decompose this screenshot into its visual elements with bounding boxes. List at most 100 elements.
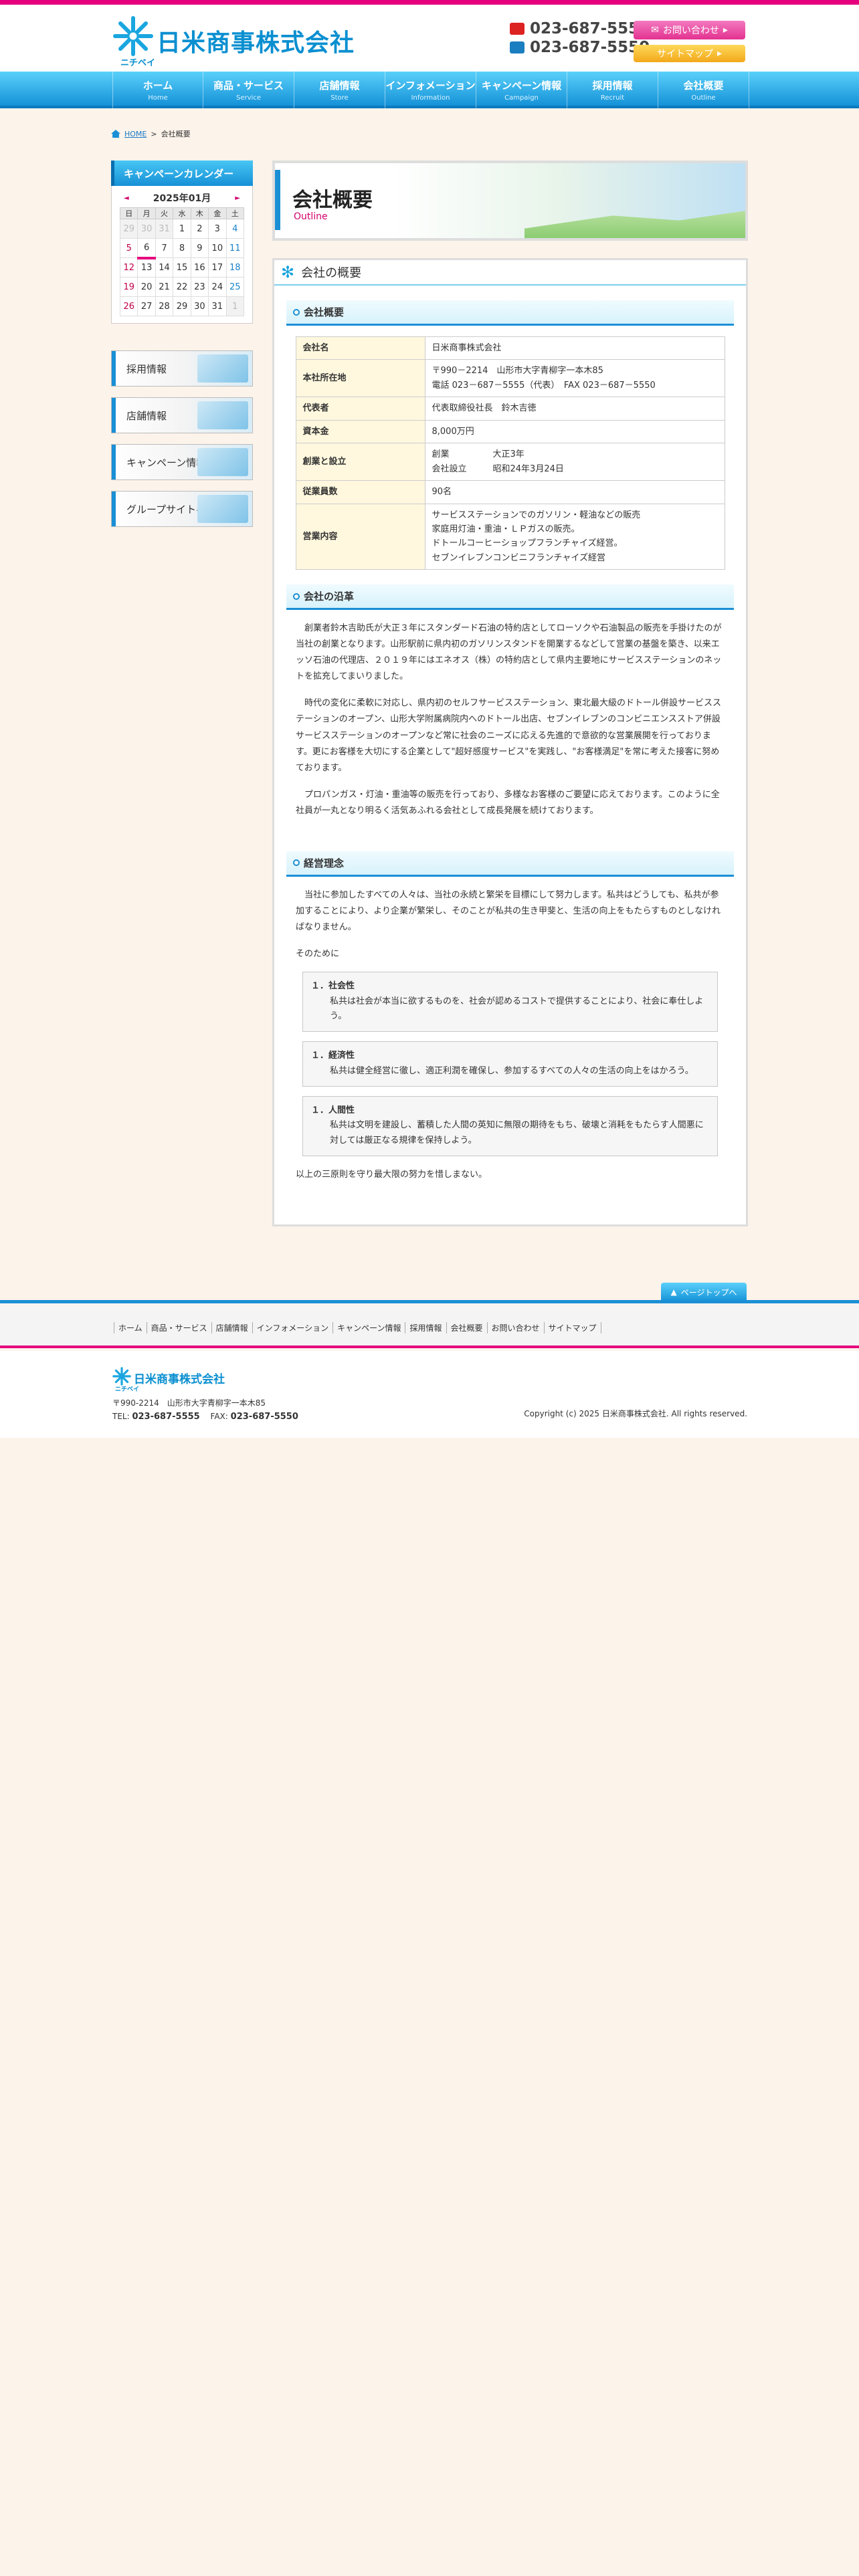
calendar-day[interactable]: 2 [190, 219, 209, 239]
snowflake-logo-icon [113, 16, 153, 56]
footer-link[interactable]: 商品・サービス [146, 1322, 211, 1333]
calendar-day[interactable]: 11 [225, 238, 245, 258]
calendar-day[interactable]: 30 [137, 219, 156, 239]
footer-link[interactable]: 店舗情報 [211, 1322, 252, 1333]
footer-link[interactable]: 採用情報 [405, 1322, 446, 1333]
group-photo [197, 495, 248, 523]
page-subtitle: Outline [294, 211, 328, 222]
sitemap-button[interactable]: サイトマップ ▸ [634, 45, 745, 62]
overview-table: 会社名 日米商事株式会社 本社所在地 〒990－2214 山形市大字青柳字一本木85 電… [295, 336, 725, 570]
table-value-line: セブンイレブンコンビニフランチャイズ経営 [432, 552, 605, 563]
store-photo [197, 401, 248, 429]
content-box-title: 会社の概要 [301, 266, 362, 280]
site-logo[interactable]: 日米商事株式会社 ニチベイ [112, 15, 354, 69]
table-value: 〒990－2214 山形市大字青柳字一本木85 電話 023－687－5555（代… [424, 359, 725, 398]
footer-link[interactable]: ホーム [114, 1322, 147, 1333]
calendar-prev-icon[interactable]: ◄ [120, 195, 133, 202]
table-value-line: 代表取締役社長 鈴木吉徳 [432, 403, 537, 414]
table-key: 創業と設立 [295, 443, 425, 481]
calendar-day[interactable]: 29 [119, 219, 138, 239]
nav-label: 採用情報 [592, 80, 633, 92]
calendar-day[interactable]: 5 [119, 238, 138, 258]
footer-link[interactable]: インフォメーション [252, 1322, 332, 1333]
content-box-heading: ✻ 会社の概要 [274, 260, 746, 286]
calendar-day[interactable]: 20 [137, 277, 156, 297]
calendar-day[interactable]: 16 [190, 257, 209, 278]
calendar-day[interactable]: 4 [225, 219, 245, 239]
footer-link[interactable]: キャンペーン情報 [332, 1322, 405, 1333]
calendar-day[interactable]: 29 [173, 296, 191, 316]
calendar-day[interactable]: 31 [208, 296, 227, 316]
nav-item-campaign[interactable]: キャンペーン情報 Campaign [476, 72, 567, 108]
nav-sublabel: Home [148, 94, 168, 102]
banner-label: キャンペーン情報 [126, 457, 207, 469]
banner-store[interactable]: 店舗情報 [111, 397, 253, 433]
calendar-day[interactable]: 24 [208, 277, 227, 297]
calendar-day[interactable]: 22 [173, 277, 191, 297]
banner-group-site[interactable]: グループサイトへ [111, 491, 253, 527]
calendar-week: 12 13 14 15 16 17 18 [119, 257, 245, 278]
calendar-day[interactable]: 9 [190, 238, 209, 258]
table-value: 日米商事株式会社 [424, 336, 725, 360]
calendar-day[interactable]: 19 [119, 277, 138, 297]
sitemap-label: サイトマップ [656, 49, 713, 60]
calendar-day[interactable]: 18 [225, 257, 245, 278]
calendar-weekday: 水 [173, 207, 191, 219]
calendar-heading: キャンペーンカレンダー [111, 160, 253, 186]
section-title: 会社概要 [304, 306, 345, 318]
staff-photo [197, 354, 248, 383]
nav-label: 商品・サービス [213, 80, 284, 92]
calendar-day[interactable]: 17 [208, 257, 227, 278]
footer-link[interactable]: 会社概要 [446, 1322, 487, 1333]
banner-campaign[interactable]: キャンペーン情報 [111, 444, 253, 480]
calendar-day[interactable]: 23 [190, 277, 209, 297]
calendar-week: 5 6 7 8 9 10 11 [119, 238, 245, 259]
table-value: 創業 大正3年 会社設立 昭和24年3月24日 [424, 443, 725, 481]
calendar-day[interactable]: 14 [155, 257, 174, 278]
tel-number: 023-687-5555 [510, 19, 650, 38]
calendar-day[interactable]: 25 [225, 277, 245, 297]
nav-sublabel: Information [411, 94, 450, 102]
fax-label: FAX: [210, 1412, 228, 1422]
footer-link[interactable]: お問い合わせ [486, 1322, 544, 1333]
footer-link[interactable]: サイトマップ [543, 1322, 601, 1333]
calendar-day[interactable]: 12 [119, 257, 138, 278]
bullet-circle-icon [293, 859, 300, 867]
calendar-day[interactable]: 26 [119, 296, 138, 316]
calendar-next-icon[interactable]: ► [231, 195, 244, 202]
nav-item-home[interactable]: ホーム Home [112, 72, 203, 108]
calendar-day[interactable]: 7 [155, 238, 174, 258]
table-key: 代表者 [295, 397, 425, 421]
calendar-day[interactable]: 28 [155, 296, 174, 316]
calendar-day[interactable]: 1 [225, 296, 245, 316]
nav-item-information[interactable]: インフォメーション Information [385, 72, 476, 108]
banner-recruit[interactable]: 採用情報 [111, 350, 253, 387]
calendar-day[interactable]: 21 [155, 277, 174, 297]
calendar-day[interactable]: 8 [173, 238, 191, 258]
calendar-day[interactable]: 1 [173, 219, 191, 239]
page: 日米商事株式会社 ニチベイ 023-687-5555 023-687-5550 … [0, 0, 859, 2576]
calendar-day[interactable]: 31 [155, 219, 174, 239]
table-value-line: 家庭用灯油・重油・ＬＰガスの販売。 [432, 524, 580, 534]
nav-item-store[interactable]: 店舗情報 Store [294, 72, 385, 108]
nav-item-service[interactable]: 商品・サービス Service [203, 72, 294, 108]
banner-accent [112, 445, 116, 479]
table-key: 従業員数 [295, 480, 425, 504]
breadcrumb-home-link[interactable]: HOME [124, 130, 147, 138]
calendar-day[interactable]: 3 [208, 219, 227, 239]
calendar-day[interactable]: 13 [137, 257, 156, 278]
calendar-weekday: 火 [155, 207, 174, 219]
footer-logo[interactable]: 日米商事株式会社 ニチベイ [112, 1367, 266, 1394]
principle-title: １．経済性 [311, 1051, 355, 1061]
page-top-button[interactable]: ▲ ページトップへ [661, 1283, 747, 1301]
nav-item-outline[interactable]: 会社概要 Outline [658, 72, 749, 108]
calendar-day[interactable]: 15 [173, 257, 191, 278]
calendar-day[interactable]: 30 [190, 296, 209, 316]
calendar-day[interactable]: 27 [137, 296, 156, 316]
nav-sublabel: Campaign [504, 94, 539, 102]
contact-button[interactable]: ✉ お問い合わせ ▸ [634, 21, 745, 39]
nav-item-recruit[interactable]: 採用情報 Recruit [567, 72, 658, 108]
calendar-day[interactable]: 6 [137, 238, 156, 259]
calendar-day[interactable]: 10 [208, 238, 227, 258]
philosophy-closing: 以上の三原則を守り最大限の努力を惜しまない。 [296, 1169, 488, 1180]
